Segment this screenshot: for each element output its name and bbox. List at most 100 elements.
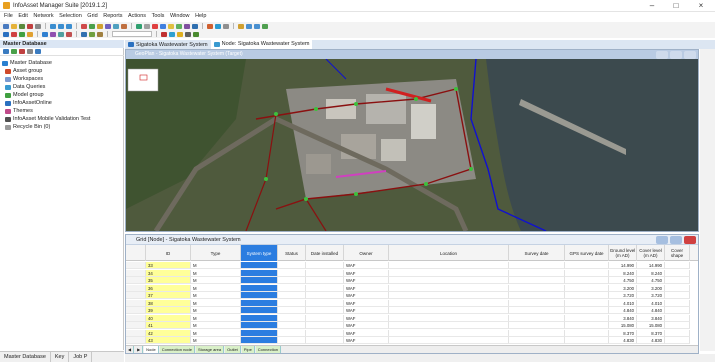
cell-systype[interactable]	[241, 322, 278, 329]
pan-icon[interactable]	[238, 23, 244, 29]
col-system-type[interactable]: System type	[241, 245, 278, 261]
cell-owner[interactable]: WAF	[344, 307, 389, 314]
cell-id[interactable]: 37	[146, 292, 191, 299]
table-row[interactable]: 38 M WAF 4.010 4.010	[126, 299, 698, 307]
cell-survey[interactable]	[509, 307, 565, 314]
table-row[interactable]: 41 M WAF 15.080 15.080	[126, 322, 698, 329]
menu-tools[interactable]: Tools	[152, 12, 165, 21]
cell-cover[interactable]: 3.200	[637, 284, 665, 292]
sheet-tab-storage-area[interactable]: Storage area	[195, 346, 225, 353]
cell-date[interactable]	[306, 292, 344, 299]
col-ground-level[interactable]: Ground level (m AD)	[609, 245, 637, 261]
cell-shape[interactable]	[665, 269, 690, 277]
sheet-tab-connection-node[interactable]: Connection node	[159, 346, 195, 353]
link-icon[interactable]	[19, 31, 25, 37]
close-button[interactable]	[684, 51, 696, 59]
cell-type[interactable]: M	[191, 307, 241, 314]
cell-systype[interactable]	[241, 329, 278, 337]
cell-shape[interactable]	[665, 314, 690, 322]
cell-systype[interactable]	[241, 262, 278, 269]
cell-type[interactable]: M	[191, 329, 241, 337]
cell-cover[interactable]: 3.720	[637, 292, 665, 299]
cell-owner[interactable]: WAF	[344, 329, 389, 337]
maximize-button[interactable]: □	[665, 1, 687, 11]
cell-id[interactable]: 41	[146, 322, 191, 329]
cell-rowhdr[interactable]	[126, 337, 146, 344]
table-row[interactable]: 40 M WAF 3.840 3.840	[126, 314, 698, 322]
cell-ground[interactable]: 15.080	[609, 322, 637, 329]
save-icon[interactable]	[19, 23, 25, 29]
col-cover-level[interactable]: Cover level (m AD)	[637, 245, 665, 261]
cell-id[interactable]: 43	[146, 337, 191, 344]
cell-gps[interactable]	[565, 262, 609, 269]
cell-gps[interactable]	[565, 269, 609, 277]
sheet-tab-node[interactable]: Node	[144, 346, 159, 353]
search-icon[interactable]	[35, 49, 41, 54]
cell-date[interactable]	[306, 277, 344, 284]
manhole-node[interactable]	[424, 182, 428, 186]
cell-owner[interactable]: WAF	[344, 314, 389, 322]
cell-owner[interactable]: WAF	[344, 277, 389, 284]
cell-survey[interactable]	[509, 314, 565, 322]
cell-gps[interactable]	[565, 292, 609, 299]
table-row[interactable]: 37 M WAF 3.720 3.720	[126, 292, 698, 299]
col-survey-date[interactable]: Survey date	[509, 245, 565, 261]
cell-date[interactable]	[306, 284, 344, 292]
menu-window[interactable]: Window	[170, 12, 190, 21]
cell-date[interactable]	[306, 269, 344, 277]
cell-type[interactable]: M	[191, 322, 241, 329]
cell-gps[interactable]	[565, 322, 609, 329]
table-row[interactable]: 43 M WAF 4.830 4.830	[126, 337, 698, 344]
aerial-map[interactable]	[126, 59, 698, 231]
tab-node-grid[interactable]: Node: Sigatoka Wastewater System	[210, 40, 313, 49]
measure-icon[interactable]	[89, 31, 95, 37]
manhole-node[interactable]	[469, 167, 473, 171]
run-icon[interactable]	[136, 23, 142, 29]
map-view[interactable]	[126, 59, 698, 231]
delete-icon[interactable]	[27, 23, 33, 29]
info-icon[interactable]	[160, 23, 166, 29]
cell-date[interactable]	[306, 329, 344, 337]
cell-gps[interactable]	[565, 314, 609, 322]
cell-type[interactable]: M	[191, 314, 241, 322]
cell-owner[interactable]: WAF	[344, 292, 389, 299]
cell-rowhdr[interactable]	[126, 329, 146, 337]
flag-icon[interactable]	[66, 31, 72, 37]
new-icon[interactable]	[3, 23, 9, 29]
filter-icon[interactable]	[105, 23, 111, 29]
menu-edit[interactable]: Edit	[18, 12, 27, 21]
cell-status[interactable]	[278, 314, 306, 322]
cell-systype[interactable]	[241, 292, 278, 299]
node-icon[interactable]	[11, 31, 17, 37]
cell-survey[interactable]	[509, 284, 565, 292]
cell-location[interactable]	[389, 269, 509, 277]
close-button[interactable]: ×	[690, 1, 712, 11]
print-icon[interactable]	[35, 23, 41, 29]
cell-type[interactable]: M	[191, 277, 241, 284]
manhole-node[interactable]	[314, 107, 318, 111]
tree-item-themes[interactable]: Themes	[2, 107, 122, 115]
cell-rowhdr[interactable]	[126, 269, 146, 277]
cell-rowhdr[interactable]	[126, 277, 146, 284]
cell-systype[interactable]	[241, 284, 278, 292]
table-row[interactable]: 42 M WAF 8.370 8.370	[126, 329, 698, 337]
menu-selection[interactable]: Selection	[59, 12, 82, 21]
cell-gps[interactable]	[565, 307, 609, 314]
cell-shape[interactable]	[665, 284, 690, 292]
col-date-installed[interactable]: Date installed	[306, 245, 344, 261]
tree-item-model-group[interactable]: Model group	[2, 91, 122, 99]
cell-ground[interactable]: 4.750	[609, 277, 637, 284]
manhole-node[interactable]	[414, 97, 418, 101]
trace-icon[interactable]	[58, 31, 64, 37]
cell-cover[interactable]: 15.080	[637, 322, 665, 329]
cell-gps[interactable]	[565, 329, 609, 337]
col-type[interactable]: Type	[191, 245, 241, 261]
cell-gps[interactable]	[565, 337, 609, 344]
tree-item-recycle-bin[interactable]: Recycle Bin (0)	[2, 123, 122, 131]
cell-date[interactable]	[306, 307, 344, 314]
zoom-extent-icon[interactable]	[262, 23, 268, 29]
sql-icon[interactable]	[50, 31, 56, 37]
cell-ground[interactable]: 4.010	[609, 299, 637, 307]
new-icon[interactable]	[3, 49, 9, 54]
cell-owner[interactable]: WAF	[344, 337, 389, 344]
